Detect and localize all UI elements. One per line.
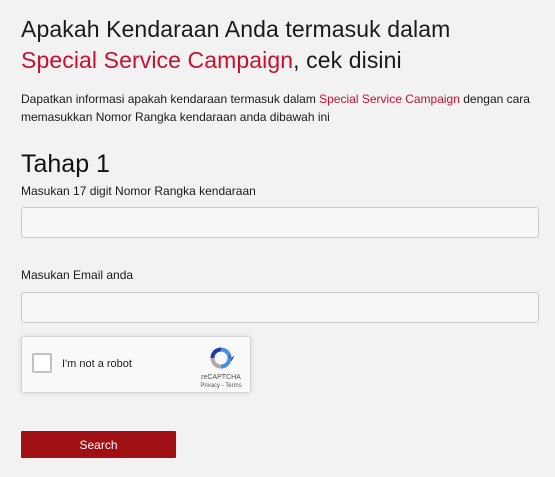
email-input[interactable] bbox=[21, 292, 539, 323]
page-title-suffix: , cek disini bbox=[293, 47, 402, 73]
recaptcha-terms-link[interactable]: Terms bbox=[225, 383, 241, 389]
recaptcha-widget: I'm not a robot reCAPTCHA Privacy - Term… bbox=[21, 336, 251, 393]
page-title-highlight: Special Service Campaign bbox=[21, 47, 294, 73]
search-button[interactable]: Search bbox=[21, 431, 176, 458]
recaptcha-checkbox[interactable] bbox=[32, 353, 52, 373]
vin-input[interactable] bbox=[21, 207, 539, 238]
intro-text: Dapatkan informasi apakah kendaraan term… bbox=[21, 90, 541, 126]
recaptcha-logo-icon bbox=[210, 347, 234, 369]
email-label: Masukan Email anda bbox=[21, 268, 134, 282]
recaptcha-label: I'm not a robot bbox=[62, 358, 132, 370]
intro-highlight: Special Service Campaign bbox=[319, 92, 460, 106]
recaptcha-privacy-link[interactable]: Privacy bbox=[200, 383, 220, 389]
recaptcha-terms: Privacy - Terms bbox=[188, 382, 254, 390]
recaptcha-brand: reCAPTCHA bbox=[201, 374, 241, 381]
page-title-text: Apakah Kendaraan Anda termasuk dalam bbox=[21, 16, 451, 42]
page-title: Apakah Kendaraan Anda termasuk dalam Spe… bbox=[21, 14, 541, 76]
step-title: Tahap 1 bbox=[21, 150, 110, 178]
vin-label: Masukan 17 digit Nomor Rangka kendaraan bbox=[21, 184, 256, 198]
intro-text-part: Dapatkan informasi apakah kendaraan term… bbox=[21, 92, 320, 106]
